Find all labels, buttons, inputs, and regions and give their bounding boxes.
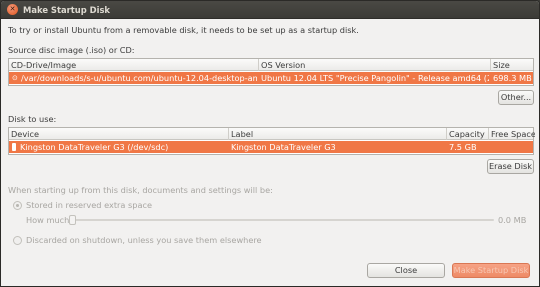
make-startup-disk-button[interactable]: Make Startup Disk — [452, 263, 530, 278]
source-table[interactable]: CD-Drive/Image OS Version Size ⊙ /var/do… — [8, 58, 534, 86]
disk-device: Kingston DataTraveler G3 (/dev/sdc) — [20, 142, 169, 152]
column-os-version[interactable]: OS Version — [259, 59, 491, 71]
usb-drive-icon — [12, 143, 16, 151]
column-device[interactable]: Device — [9, 128, 229, 140]
stored-radio[interactable] — [13, 201, 22, 210]
disc-image-icon: ⊙ — [12, 74, 18, 82]
titlebar: ✕ Make Startup Disk — [1, 1, 539, 19]
disk-table-header: Device Label Capacity Free Space — [9, 128, 535, 140]
column-cd-drive-image[interactable]: CD-Drive/Image — [9, 59, 259, 71]
other-button[interactable]: Other... — [498, 90, 534, 105]
disk-label: Disk to use: — [8, 114, 57, 124]
how-much-value: 0.0 MB — [498, 215, 527, 225]
column-size[interactable]: Size — [491, 59, 535, 71]
source-label: Source disc image (.iso) or CD: — [8, 45, 135, 55]
source-table-header: CD-Drive/Image OS Version Size — [9, 59, 533, 71]
source-os-version: Ubuntu 12.04 LTS "Precise Pangolin" - Re… — [261, 73, 489, 83]
source-size: 698.3 MB — [493, 73, 532, 83]
window-title: Make Startup Disk — [23, 5, 110, 15]
stored-radio-label: Stored in reserved extra space — [26, 200, 153, 210]
discarded-radio-label: Discarded on shutdown, unless you save t… — [26, 235, 262, 245]
disk-volume-label: Kingston DataTraveler G3 — [231, 142, 336, 152]
discarded-radio[interactable] — [13, 236, 22, 245]
window-close-icon[interactable]: ✕ — [7, 4, 18, 15]
make-startup-disk-window: ✕ Make Startup Disk To try or install Ub… — [0, 0, 540, 287]
close-button[interactable]: Close — [367, 263, 445, 278]
disk-capacity: 7.5 GB — [449, 142, 477, 152]
source-row-selected[interactable]: ⊙ /var/downloads/s-u/ubuntu.com/ubuntu-1… — [9, 72, 533, 84]
column-free-space[interactable]: Free Space — [489, 128, 535, 140]
disk-table[interactable]: Device Label Capacity Free Space Kingsto… — [8, 127, 535, 155]
how-much-slider-handle[interactable] — [69, 215, 76, 225]
intro-text: To try or install Ubuntu from a removabl… — [8, 25, 359, 35]
how-much-label: How much: — [26, 215, 73, 225]
disk-free-space — [491, 141, 535, 153]
column-label[interactable]: Label — [229, 128, 447, 140]
source-image-path: /var/downloads/s-u/ubuntu.com/ubuntu-12.… — [21, 73, 257, 83]
column-capacity[interactable]: Capacity — [447, 128, 489, 140]
startup-heading: When starting up from this disk, documen… — [8, 185, 273, 195]
erase-disk-button[interactable]: Erase Disk — [487, 159, 534, 174]
disk-row-selected[interactable]: Kingston DataTraveler G3 (/dev/sdc) King… — [9, 141, 533, 153]
how-much-slider[interactable] — [72, 219, 494, 221]
